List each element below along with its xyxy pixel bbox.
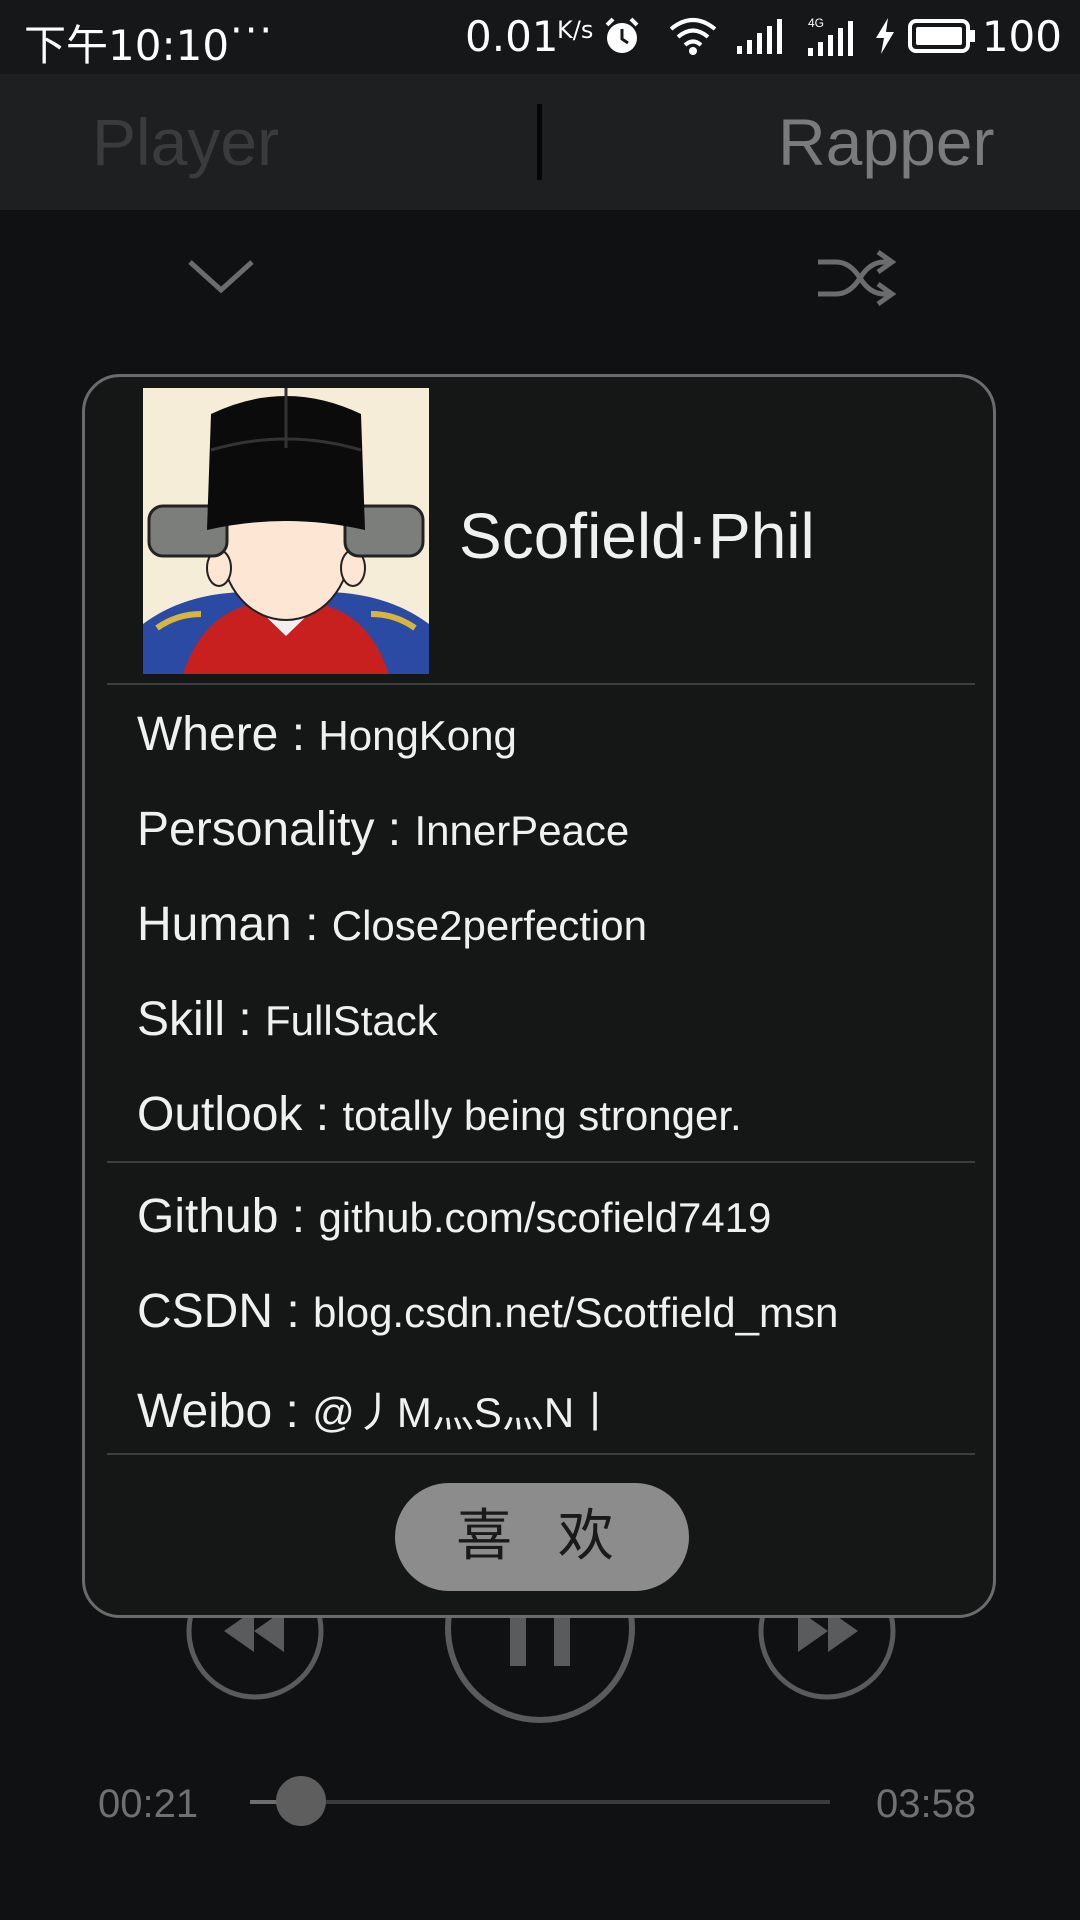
info-outlook: Outlook : totally being stronger. bbox=[137, 1087, 742, 1142]
profile-dialog: Scofield·Phil Where : HongKong Personali… bbox=[82, 374, 996, 1618]
link-csdn[interactable]: CSDN : blog.csdn.net/Scotfield_msn bbox=[137, 1284, 838, 1339]
tab-player[interactable]: Player bbox=[92, 104, 279, 180]
info-outlook-label: Outlook : bbox=[137, 1088, 343, 1141]
link-github-label: Github : bbox=[137, 1190, 319, 1243]
charging-icon bbox=[876, 18, 894, 54]
info-where-label: Where : bbox=[137, 708, 319, 761]
link-csdn-value[interactable]: blog.csdn.net/Scotfield_msn bbox=[313, 1289, 838, 1336]
profile-name: Scofield·Phil bbox=[459, 500, 815, 572]
divider-middle bbox=[107, 1161, 975, 1163]
like-button[interactable]: 喜 欢 bbox=[395, 1483, 689, 1591]
link-weibo-label: Weibo : bbox=[137, 1385, 313, 1438]
signal-icon bbox=[737, 19, 782, 54]
info-human: Human : Close2perfection bbox=[137, 897, 647, 952]
progress-track[interactable] bbox=[250, 1776, 830, 1826]
wifi-icon bbox=[669, 18, 717, 55]
progress-thumb[interactable] bbox=[276, 1776, 327, 1826]
battery-level: 100 bbox=[981, 12, 1062, 61]
avatar-illustration bbox=[143, 388, 429, 674]
link-csdn-label: CSDN : bbox=[137, 1285, 314, 1338]
4g-signal-icon: 4G bbox=[808, 16, 853, 56]
info-human-value: Close2perfection bbox=[331, 902, 647, 949]
info-personality-label: Personality : bbox=[137, 803, 415, 856]
network-speed: 0.01 bbox=[465, 12, 559, 61]
link-github[interactable]: Github : github.com/scofield7419 bbox=[137, 1189, 771, 1244]
svg-text:4G: 4G bbox=[808, 16, 824, 30]
shuffle-icon[interactable] bbox=[816, 248, 896, 308]
alarm-icon bbox=[605, 17, 639, 53]
divider-top bbox=[107, 683, 975, 685]
link-weibo[interactable]: Weibo : @丿M灬S灬N丨 bbox=[137, 1379, 616, 1440]
info-personality: Personality : InnerPeace bbox=[137, 802, 629, 857]
status-time: 下午10:10 bbox=[24, 21, 230, 70]
info-outlook-value: totally being stronger. bbox=[342, 1092, 742, 1139]
network-speed-unit: K/s bbox=[557, 16, 594, 44]
divider-bottom bbox=[107, 1453, 975, 1455]
tab-divider bbox=[537, 104, 542, 180]
tab-rapper[interactable]: Rapper bbox=[778, 104, 994, 180]
info-where: Where : HongKong bbox=[137, 707, 517, 762]
info-where-value: HongKong bbox=[318, 712, 517, 759]
duration-time: 03:58 bbox=[876, 1782, 977, 1826]
info-human-label: Human : bbox=[137, 898, 332, 951]
battery-icon bbox=[908, 19, 975, 53]
status-bar: 下午10:10 ··· 0.01 K/s 4G 100 bbox=[0, 0, 1080, 74]
header-tabs: Player Rapper bbox=[0, 74, 1080, 210]
chevron-down-icon[interactable] bbox=[186, 256, 256, 296]
info-skill: Skill : FullStack bbox=[137, 992, 438, 1047]
avatar bbox=[143, 388, 429, 674]
info-skill-value: FullStack bbox=[265, 997, 438, 1044]
link-weibo-value[interactable]: @丿M灬S灬N丨 bbox=[312, 1389, 616, 1436]
link-github-value[interactable]: github.com/scofield7419 bbox=[318, 1194, 771, 1241]
info-personality-value: InnerPeace bbox=[414, 807, 630, 854]
elapsed-time: 00:21 bbox=[98, 1782, 199, 1826]
status-dots: ··· bbox=[230, 8, 275, 54]
info-skill-label: Skill : bbox=[137, 993, 266, 1046]
